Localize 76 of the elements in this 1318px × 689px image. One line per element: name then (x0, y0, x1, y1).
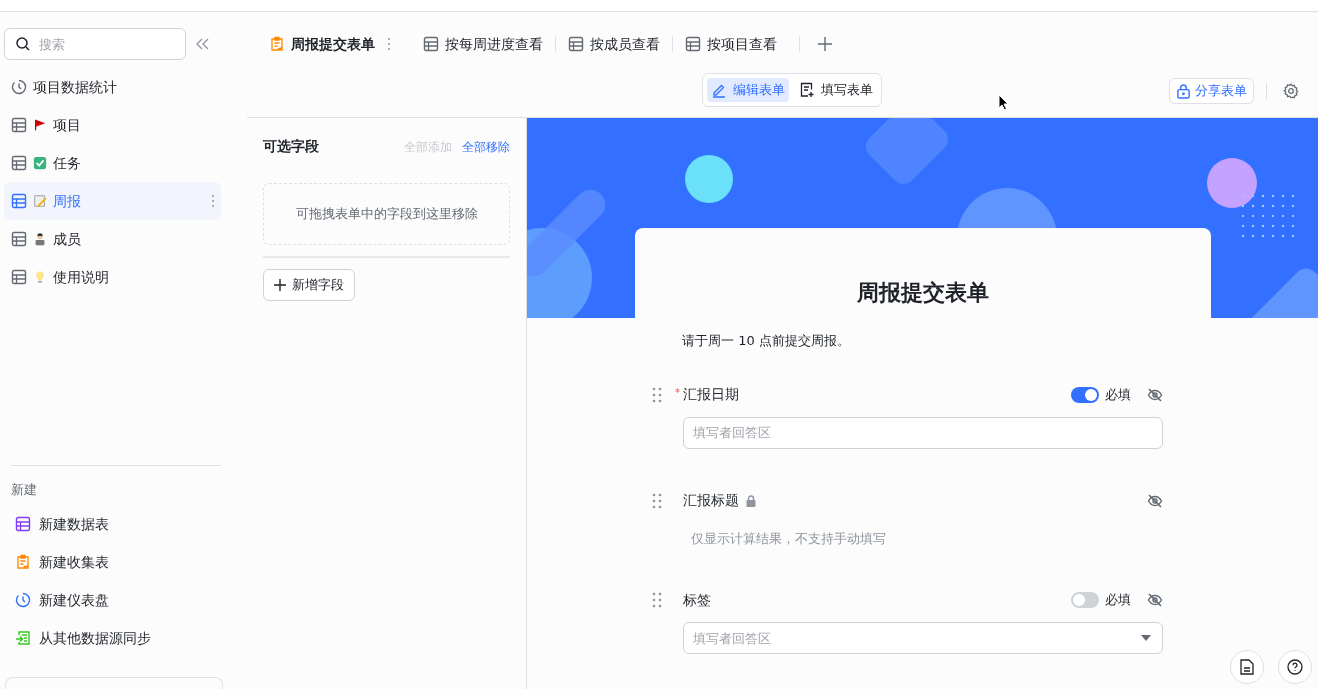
person-at-laptop-icon (33, 232, 47, 246)
input-field[interactable]: 填写者回答区 (683, 416, 1163, 449)
table-icon (568, 36, 584, 52)
field-label: 汇报日期 (683, 385, 739, 404)
form-description: 请于周一 10 点前提交周报。 (682, 332, 850, 350)
new-field-button[interactable]: 新增字段 (263, 269, 355, 301)
sidebar-item[interactable]: 任务 (4, 144, 221, 182)
table-icon (423, 36, 439, 52)
add-view-icon[interactable] (818, 37, 832, 51)
field-note: 仅显示计算结果，不支持手动填写 (690, 529, 886, 548)
drag-handle-icon[interactable] (652, 592, 662, 608)
plus-icon (274, 279, 286, 291)
share-button[interactable]: 分享表单 (1169, 78, 1254, 104)
form-icon (269, 36, 285, 52)
view-tab[interactable]: 周报提交表单 (257, 29, 387, 59)
drag-handle-icon[interactable] (652, 492, 662, 509)
new-item[interactable]: 新建收集表 (4, 543, 221, 581)
view-tab[interactable]: 按项目查看 (673, 29, 789, 59)
hide-icon[interactable] (1147, 492, 1163, 509)
table-icon (685, 36, 701, 52)
required-label: 必填 (1105, 385, 1131, 404)
doc-button[interactable] (1230, 650, 1264, 684)
sync-table-icon (15, 630, 31, 646)
dashboard-icon (15, 592, 31, 608)
help-icon (1287, 659, 1303, 675)
dashboard-icon (11, 79, 27, 95)
settings-icon[interactable] (1283, 83, 1299, 99)
sidebar-item[interactable]: 成员 (4, 220, 221, 258)
sidebar-item[interactable]: 项目数据统计 (4, 68, 221, 106)
light-bulb-icon (33, 270, 47, 284)
field-label: 汇报标题 (683, 491, 739, 510)
hide-icon[interactable] (1147, 592, 1163, 608)
select-field[interactable]: 填写者回答区 (683, 622, 1163, 654)
drag-handle-icon[interactable] (652, 386, 662, 403)
sidebar-item[interactable]: 周报 (4, 182, 221, 220)
remove-all-link[interactable]: 全部移除 (462, 137, 510, 156)
table-icon (11, 155, 27, 171)
mode-tab[interactable]: 填写表单 (795, 78, 877, 102)
hide-icon[interactable] (1147, 386, 1163, 403)
new-item[interactable]: 新建数据表 (4, 505, 221, 543)
required-label: 必填 (1105, 591, 1131, 610)
sidebar-item[interactable]: 项目 (4, 106, 221, 144)
table-icon (11, 231, 27, 247)
form-fill-icon (799, 82, 815, 98)
search-icon (15, 36, 31, 52)
field-label: 标签 (683, 590, 711, 610)
view-tab[interactable]: 按每周进度查看 (411, 29, 555, 59)
table-icon (15, 516, 31, 532)
required-mark: * (674, 385, 681, 400)
memo-icon (33, 194, 47, 208)
drop-zone: 可拖拽表单中的字段到这里移除 (263, 183, 510, 245)
form-title: 周报提交表单 (856, 279, 990, 307)
collapse-icon[interactable] (196, 38, 210, 50)
pencil-icon (711, 82, 727, 98)
view-tab[interactable]: 按成员查看 (556, 29, 672, 59)
cursor-icon (998, 94, 1009, 111)
caret-icon (1141, 635, 1151, 641)
lock-icon (1176, 83, 1191, 99)
table-icon (11, 269, 27, 285)
required-toggle[interactable] (1071, 592, 1099, 608)
form-icon (15, 554, 31, 570)
sidebar-item[interactable]: 使用说明 (4, 258, 221, 296)
more-icon[interactable] (387, 37, 391, 51)
search-field[interactable]: 搜索 (4, 28, 186, 60)
new-item[interactable]: 从其他数据源同步 (4, 619, 221, 657)
check-mark-icon (33, 156, 47, 170)
table-icon (11, 193, 27, 209)
new-item[interactable]: 新建仪表盘 (4, 581, 221, 619)
table-icon (11, 117, 27, 133)
mode-tab[interactable]: 编辑表单 (707, 78, 789, 102)
flag-icon (33, 118, 47, 132)
more-icon[interactable] (211, 194, 215, 208)
section-title: 新建 (11, 480, 38, 499)
panel-title: 可选字段 (263, 137, 320, 156)
document-icon (1240, 659, 1254, 675)
help-button[interactable] (1278, 650, 1312, 684)
